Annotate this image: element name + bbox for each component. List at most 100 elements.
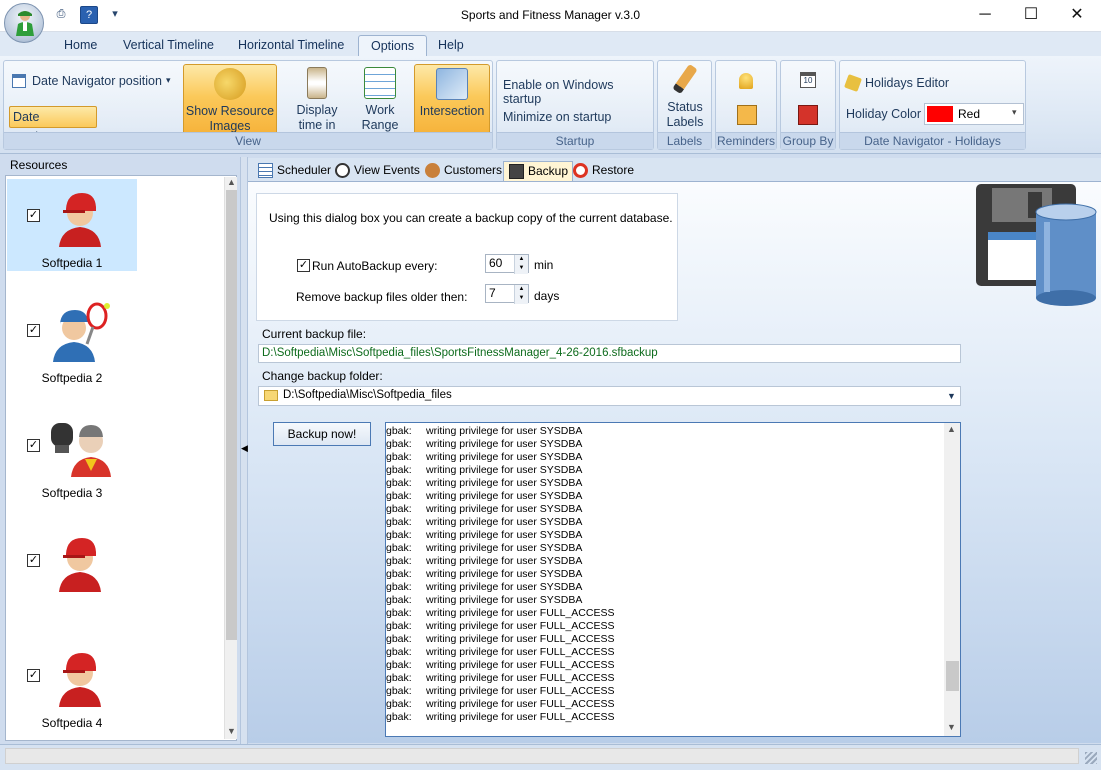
log-line-prefix: gbak: bbox=[386, 607, 412, 619]
log-line-prefix: gbak: bbox=[386, 438, 412, 450]
intersection-button[interactable]: Intersection bbox=[414, 64, 490, 136]
log-scrollbar[interactable]: ▲ ▼ bbox=[944, 423, 960, 736]
scrollbar-thumb[interactable] bbox=[226, 190, 237, 640]
log-line-message: writing privilege for user FULL_ACCESS bbox=[426, 646, 615, 658]
collapse-arrow-icon[interactable]: ◀ bbox=[241, 443, 248, 454]
resources-scrollbar[interactable]: ▲ ▼ bbox=[224, 177, 237, 739]
application-menu-button[interactable] bbox=[4, 3, 44, 43]
autobackup-minutes-input[interactable]: 60 ▲ ▼ bbox=[485, 254, 529, 274]
color-swatch bbox=[927, 106, 953, 122]
show-resource-images-button[interactable]: Show Resource Images bbox=[183, 64, 277, 136]
chevron-down-icon[interactable]: ▼ bbox=[947, 722, 956, 732]
resource-item[interactable]: ✓ Softpedia 3 bbox=[7, 409, 137, 501]
autobackup-checkbox[interactable]: ✓ bbox=[297, 259, 310, 272]
group-by-group: 10 Group By bbox=[780, 60, 836, 150]
startup-group: Enable on Windows startup Minimize on st… bbox=[496, 60, 654, 150]
chevron-down-icon[interactable]: ▼ bbox=[945, 389, 958, 403]
resource-checkbox[interactable]: ✓ bbox=[27, 324, 40, 337]
date-navigator-button[interactable]: Date Navigator bbox=[9, 106, 97, 144]
holidays-group: Holidays Editor Holiday Color Red ▾ Date… bbox=[839, 60, 1026, 150]
close-button[interactable]: ✕ bbox=[1054, 0, 1100, 30]
holidays-editor-button[interactable]: Holidays Editor bbox=[844, 74, 1016, 93]
log-line-prefix: gbak: bbox=[386, 672, 412, 684]
scrollbar-thumb[interactable] bbox=[946, 661, 959, 691]
autobackup-options: Using this dialog box you can create a b… bbox=[256, 193, 678, 321]
holiday-color-label: Holiday Color bbox=[846, 107, 922, 121]
tab-backup[interactable]: Backup bbox=[503, 161, 574, 181]
log-line-message: writing privilege for user SYSDBA bbox=[426, 438, 583, 450]
tab-view-events[interactable]: View Events bbox=[330, 161, 424, 181]
tab-horizontal-timeline[interactable]: Horizontal Timeline bbox=[226, 35, 356, 56]
title-bar: ⎙ ? ▾ Sports and Fitness Manager v.3.0 ─… bbox=[0, 0, 1101, 32]
work-range-button[interactable]: Work Range bbox=[354, 64, 406, 136]
backup-database-icon bbox=[976, 184, 1097, 306]
tab-help[interactable]: Help bbox=[426, 35, 476, 56]
resource-item[interactable]: ✓ bbox=[7, 524, 137, 616]
minimize-button[interactable]: ─ bbox=[962, 0, 1008, 30]
log-line-prefix: gbak: bbox=[386, 646, 412, 658]
chevron-down-icon[interactable]: ▼ bbox=[226, 726, 237, 738]
window-icon[interactable] bbox=[737, 105, 757, 125]
current-backup-file-field[interactable]: D:\Softpedia\Misc\Softpedia_files\Sports… bbox=[258, 344, 961, 363]
startup-group-label: Startup bbox=[497, 132, 653, 149]
red-cap-person-icon bbox=[59, 193, 101, 247]
autobackup-unit: min bbox=[534, 258, 554, 272]
remove-days-unit: days bbox=[534, 289, 560, 303]
book-icon[interactable] bbox=[798, 105, 818, 125]
tab-customers[interactable]: Customers bbox=[420, 161, 506, 181]
backup-log[interactable]: gbak: writing privilege for user SYSDBA gb… bbox=[385, 422, 961, 737]
chevron-up-icon[interactable]: ▲ bbox=[226, 177, 237, 189]
backup-intro-text: Using this dialog box you can create a b… bbox=[269, 211, 673, 225]
resize-grip-icon[interactable] bbox=[1085, 752, 1097, 764]
log-line-message: writing privilege for user SYSDBA bbox=[426, 581, 583, 593]
log-line-message: writing privilege for user FULL_ACCESS bbox=[426, 711, 615, 723]
resource-checkbox[interactable]: ✓ bbox=[27, 439, 40, 452]
chevron-up-icon[interactable]: ▲ bbox=[947, 424, 956, 434]
calendar-icon[interactable]: 10 bbox=[800, 72, 816, 88]
layers-icon bbox=[436, 68, 468, 100]
spin-buttons-icon[interactable]: ▲ ▼ bbox=[514, 285, 528, 304]
maximize-button[interactable]: ☐ bbox=[1008, 0, 1054, 30]
wand-icon bbox=[844, 74, 862, 92]
resources-title: Resources bbox=[10, 158, 68, 172]
floppy-icon bbox=[509, 164, 524, 179]
horizontal-scrollbar[interactable] bbox=[5, 748, 1079, 764]
calendar-icon bbox=[12, 74, 26, 88]
resource-checkbox[interactable]: ✓ bbox=[27, 669, 40, 682]
tab-home[interactable]: Home bbox=[52, 35, 109, 56]
log-line-prefix: gbak: bbox=[386, 685, 412, 697]
theater-masks-icon bbox=[214, 68, 246, 100]
panel-splitter[interactable]: ◀ bbox=[240, 157, 248, 744]
minimize-on-startup-button[interactable]: Minimize on startup bbox=[503, 110, 611, 124]
backup-now-button[interactable]: Backup now! bbox=[273, 422, 371, 446]
spreadsheet-icon bbox=[364, 67, 396, 99]
resource-item[interactable]: ✓ Softpedia 4 bbox=[7, 639, 137, 731]
backup-folder-select[interactable]: D:\Softpedia\Misc\Softpedia_files ▼ bbox=[258, 386, 961, 406]
display-time-in-button[interactable]: Display time in bbox=[288, 64, 346, 136]
enable-on-windows-startup-button[interactable]: Enable on Windows startup bbox=[503, 78, 653, 106]
resource-checkbox[interactable]: ✓ bbox=[27, 209, 40, 222]
chevron-down-icon: ▾ bbox=[166, 75, 171, 85]
resource-item[interactable]: ✓ Softpedia 1 bbox=[7, 179, 137, 271]
resource-checkbox[interactable]: ✓ bbox=[27, 554, 40, 567]
log-line-message: writing privilege for user SYSDBA bbox=[426, 425, 583, 437]
log-line-prefix: gbak: bbox=[386, 698, 412, 710]
red-cap-person-icon bbox=[59, 653, 101, 707]
remove-days-input[interactable]: 7 ▲ ▼ bbox=[485, 284, 529, 304]
pencil-icon bbox=[672, 63, 698, 95]
spin-buttons-icon[interactable]: ▲ ▼ bbox=[514, 255, 528, 274]
bell-icon[interactable] bbox=[739, 73, 753, 89]
log-line-message: writing privilege for user SYSDBA bbox=[426, 529, 583, 541]
tab-vertical-timeline[interactable]: Vertical Timeline bbox=[111, 35, 226, 56]
holiday-color-select[interactable]: Red ▾ bbox=[924, 103, 1024, 125]
date-navigator-position-button[interactable]: Date Navigator position ▾ bbox=[10, 73, 176, 91]
tab-restore[interactable]: Restore bbox=[568, 161, 638, 181]
log-line-prefix: gbak: bbox=[386, 542, 412, 554]
tab-options[interactable]: Options bbox=[358, 35, 428, 56]
log-line-message: writing privilege for user SYSDBA bbox=[426, 594, 583, 606]
resource-item[interactable]: ✓ Softpedia 2 bbox=[7, 294, 137, 386]
current-backup-file-label: Current backup file: bbox=[262, 327, 367, 341]
tab-scheduler[interactable]: Scheduler bbox=[253, 161, 335, 181]
status-labels-button[interactable]: Status Labels bbox=[660, 63, 710, 132]
tennis-player-icon bbox=[53, 302, 110, 362]
